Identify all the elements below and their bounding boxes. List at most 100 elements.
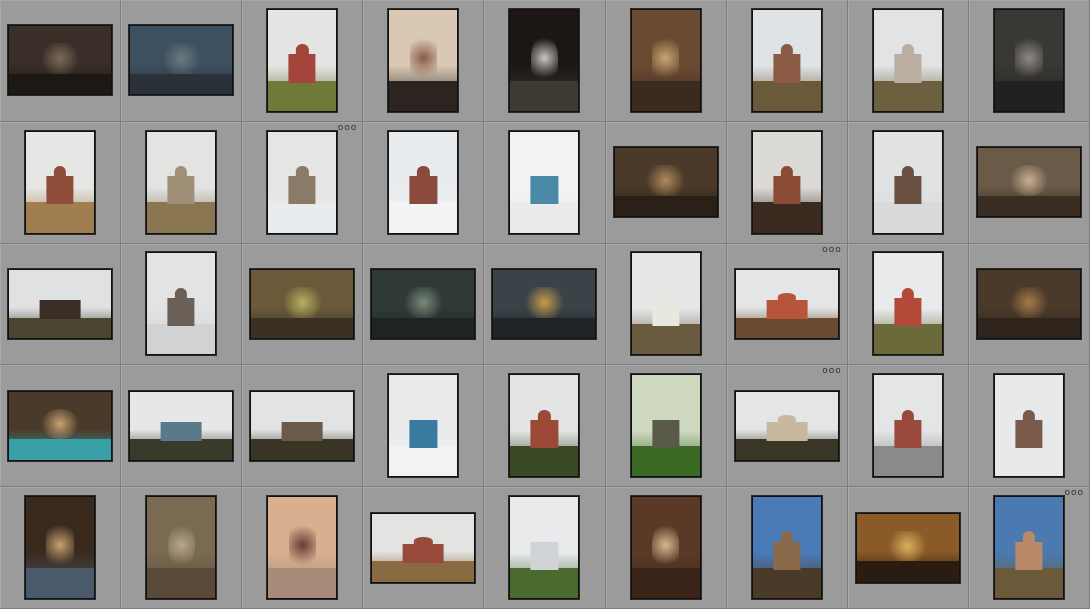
photo-thumbnail[interactable] <box>872 374 943 478</box>
grid-cell[interactable] <box>605 0 727 122</box>
more-options-badge[interactable]: ooo <box>338 123 358 132</box>
grid-cell[interactable] <box>121 365 243 488</box>
grid-cell[interactable] <box>484 365 606 488</box>
grid-cell[interactable] <box>121 243 243 366</box>
photo-thumbnail[interactable] <box>630 496 701 600</box>
grid-cell[interactable]: ooo <box>726 243 848 366</box>
photo-thumbnail[interactable] <box>993 8 1064 112</box>
grid-cell[interactable] <box>0 487 122 609</box>
grid-cell[interactable] <box>968 243 1090 366</box>
grid-cell[interactable] <box>847 0 969 122</box>
grid-cell[interactable] <box>121 121 243 244</box>
photo-thumbnail[interactable] <box>872 130 943 234</box>
photo-thumbnail[interactable] <box>250 390 355 461</box>
grid-cell[interactable] <box>363 121 485 244</box>
grid-cell[interactable] <box>121 487 243 609</box>
photo-thumbnail[interactable] <box>25 496 96 600</box>
photo-thumbnail[interactable] <box>613 147 718 218</box>
grid-cell[interactable] <box>605 365 727 488</box>
photo-thumbnail[interactable] <box>630 252 701 356</box>
photo-thumbnail[interactable] <box>388 374 459 478</box>
photo-thumbnail[interactable] <box>509 496 580 600</box>
photo-thumbnail[interactable] <box>371 268 476 339</box>
grid-cell[interactable]: ooo <box>968 487 1090 609</box>
photo-thumbnail[interactable] <box>371 512 476 583</box>
photo-thumbnail[interactable] <box>267 130 338 234</box>
photo-thumbnail[interactable] <box>509 374 580 478</box>
grid-cell[interactable] <box>847 121 969 244</box>
photo-thumbnail[interactable] <box>146 130 217 234</box>
photo-thumbnail[interactable] <box>8 25 113 96</box>
photo-thumbnail[interactable] <box>250 268 355 339</box>
grid-cell[interactable] <box>726 487 848 609</box>
photo-thumbnail[interactable] <box>872 252 943 356</box>
photo-thumbnail[interactable] <box>751 8 822 112</box>
grid-cell[interactable] <box>726 121 848 244</box>
grid-cell[interactable]: ooo <box>726 365 848 488</box>
grid-cell[interactable] <box>242 365 364 488</box>
photo-thumbnail[interactable] <box>976 268 1081 339</box>
grid-cell[interactable] <box>121 0 243 122</box>
grid-cell[interactable] <box>484 0 606 122</box>
grid-cell[interactable] <box>847 243 969 366</box>
photo-thumbnail[interactable] <box>630 8 701 112</box>
grid-cell[interactable] <box>0 243 122 366</box>
grid-cell[interactable] <box>484 487 606 609</box>
grid-cell[interactable] <box>968 121 1090 244</box>
photo-thumbnail[interactable] <box>993 374 1064 478</box>
photo-thumbnail[interactable] <box>751 496 822 600</box>
grid-cell[interactable] <box>484 243 606 366</box>
grid-cell[interactable] <box>242 487 364 609</box>
photo-thumbnail[interactable] <box>855 512 960 583</box>
more-options-badge[interactable]: ooo <box>822 367 842 376</box>
grid-cell[interactable] <box>0 121 122 244</box>
grid-cell[interactable] <box>363 243 485 366</box>
grid-cell[interactable] <box>363 487 485 609</box>
photo-thumbnail[interactable] <box>630 374 701 478</box>
photo-thumbnail[interactable] <box>492 268 597 339</box>
scene-highlight <box>167 522 195 568</box>
photo-thumbnail[interactable] <box>8 390 113 461</box>
grid-cell[interactable] <box>968 365 1090 488</box>
grid-cell[interactable] <box>484 121 606 244</box>
grid-cell[interactable] <box>242 243 364 366</box>
photo-thumbnail[interactable] <box>993 496 1064 600</box>
photo-thumbnail[interactable] <box>734 268 839 339</box>
grid-cell[interactable]: ooo <box>242 121 364 244</box>
grid-cell[interactable] <box>605 487 727 609</box>
more-options-badge[interactable]: ooo <box>1064 489 1084 498</box>
grid-cell[interactable] <box>726 0 848 122</box>
grid-cell[interactable] <box>0 365 122 488</box>
photo-thumbnail[interactable] <box>976 147 1081 218</box>
dome-shape <box>901 44 914 57</box>
grid-cell[interactable] <box>968 0 1090 122</box>
photo-thumbnail[interactable] <box>509 130 580 234</box>
grid-cell[interactable] <box>363 0 485 122</box>
grid-cell[interactable] <box>605 243 727 366</box>
photo-thumbnail[interactable] <box>388 8 459 112</box>
photo-thumbnail[interactable] <box>25 130 96 234</box>
grid-cell[interactable] <box>0 0 122 122</box>
photo-thumbnail[interactable] <box>509 8 580 112</box>
photo-thumbnail[interactable] <box>267 8 338 112</box>
church-shape <box>409 176 437 205</box>
thumbnail-ground <box>977 195 1080 217</box>
photo-thumbnail[interactable] <box>129 25 234 96</box>
thumbnail-ground <box>389 202 458 233</box>
photo-thumbnail[interactable] <box>734 390 839 461</box>
photo-thumbnail[interactable] <box>129 390 234 461</box>
photo-thumbnail[interactable] <box>146 496 217 600</box>
photo-thumbnail[interactable] <box>267 496 338 600</box>
grid-cell[interactable] <box>605 121 727 244</box>
photo-thumbnail[interactable] <box>872 8 943 112</box>
photo-thumbnail[interactable] <box>8 268 113 339</box>
grid-cell[interactable] <box>847 365 969 488</box>
photo-thumbnail[interactable] <box>388 130 459 234</box>
grid-cell[interactable] <box>847 487 969 609</box>
photo-thumbnail[interactable] <box>751 130 822 234</box>
photo-thumbnail[interactable] <box>146 252 217 356</box>
more-options-badge[interactable]: ooo <box>822 245 842 254</box>
church-shape <box>773 176 801 205</box>
grid-cell[interactable] <box>363 365 485 488</box>
grid-cell[interactable] <box>242 0 364 122</box>
